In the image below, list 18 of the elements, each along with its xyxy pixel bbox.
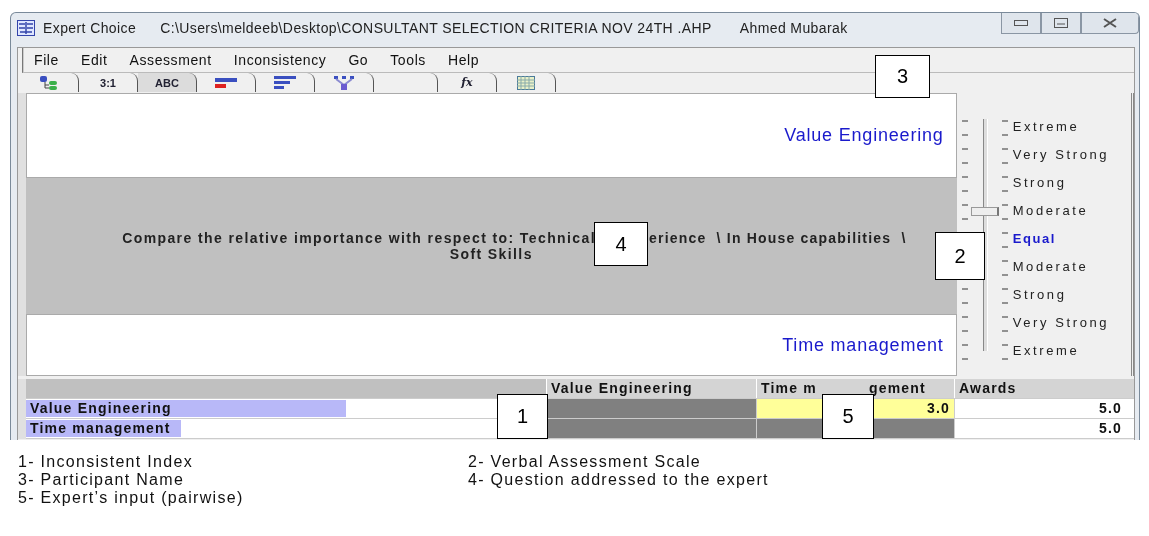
question-text: Compare the relative importance with respect to: Technical (122, 229, 596, 246)
legend-item: 3- Participant Name (18, 471, 186, 489)
legend-item: 4- Question addressed to the expert (468, 471, 770, 489)
callout-tooltip: 3 (875, 55, 930, 98)
criterion-name: Value Engineering (784, 124, 944, 146)
legend-item: 2- Verbal Assessment Scale (468, 453, 702, 471)
file-path: C:\Users\meldeeb\Desktop\CONSULTANT SELECTION CRITERIA NOV 24TH .AHP (160, 20, 712, 36)
callout-tooltip: 4 (594, 222, 648, 266)
app-name: Expert Choice (43, 20, 137, 36)
legend-item: 1- Inconsistent Index (18, 453, 194, 471)
criterion-name: Time management (782, 334, 944, 356)
question-text: Soft Skills (449, 245, 533, 262)
column-header: Awards (954, 379, 1126, 398)
callout-tooltip: 2 (935, 232, 985, 280)
legend-item: 5- Expert’s input (pairwise) (18, 489, 245, 507)
callout-tooltip: 5 (822, 394, 874, 439)
question-text: erience \ In House capabilities \ (649, 229, 907, 246)
participant-name: Ahmed Mubarak (739, 20, 848, 36)
